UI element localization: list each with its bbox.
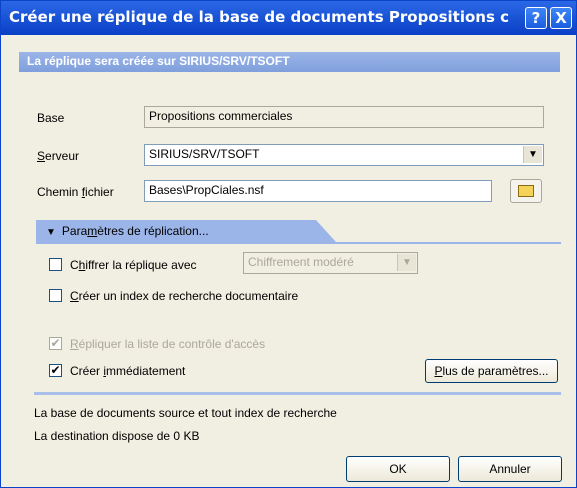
encryption-dropdown: Chiffrement modéré ▼ [243, 252, 418, 274]
encryption-value: Chiffrement modéré [248, 255, 354, 269]
chevron-down-icon[interactable]: ▼ [523, 146, 542, 163]
path-input[interactable]: Bases\PropCiales.nsf [144, 180, 492, 202]
server-value: SIRIUS/SRV/TSOFT [149, 147, 260, 161]
replica-dialog: Créer une réplique de la base de documen… [0, 0, 577, 488]
info-line-2: La destination dispose de 0 KB [34, 429, 200, 443]
encrypt-checkbox[interactable] [49, 258, 62, 271]
path-label: Chemin fichier [37, 185, 114, 199]
section-label: Paramètres de réplication... [61, 224, 209, 238]
section-tab-text: ▼ Paramètres de réplication... [46, 224, 209, 238]
base-field: Propositions commerciales [144, 106, 544, 128]
folder-icon [518, 185, 534, 197]
server-dropdown[interactable]: SIRIUS/SRV/TSOFT ▼ [144, 144, 544, 166]
help-button[interactable]: ? [525, 7, 547, 29]
cancel-button[interactable]: Annuler [458, 456, 562, 482]
info-line-1: La base de documents source et tout inde… [34, 406, 337, 420]
immediate-checkbox[interactable]: ✔ [49, 364, 62, 377]
base-label: Base [37, 111, 65, 125]
close-button[interactable]: X [550, 7, 572, 29]
section-tab[interactable]: ▼ Paramètres de réplication... [36, 220, 336, 242]
more-settings-button[interactable]: Plus de paramètres... [425, 359, 558, 383]
separator [34, 392, 561, 395]
index-checkbox[interactable] [49, 289, 62, 302]
title-bar[interactable]: Créer une réplique de la base de documen… [1, 1, 576, 35]
acl-checkbox: ✔ [49, 336, 62, 350]
window-title: Créer une réplique de la base de documen… [9, 8, 509, 26]
immediate-label: Créer immédiatement [70, 364, 186, 378]
index-label: Créer un index de recherche documentaire [70, 289, 299, 303]
destination-header: La réplique sera créée sur SIRIUS/SRV/TS… [19, 52, 560, 72]
server-label: Serveur [37, 149, 80, 163]
encrypt-label: Chiffrer la réplique avec [70, 258, 197, 272]
chevron-down-icon: ▼ [397, 254, 416, 271]
ok-button[interactable]: OK [346, 456, 450, 482]
acl-label: Répliquer la liste de contrôle d'accès [70, 337, 266, 351]
browse-button[interactable] [510, 179, 542, 203]
destination-text: La réplique sera créée sur SIRIUS/SRV/TS… [27, 54, 290, 68]
replication-section[interactable]: ▼ Paramètres de réplication... [36, 220, 561, 244]
triangle-down-icon: ▼ [46, 227, 56, 238]
